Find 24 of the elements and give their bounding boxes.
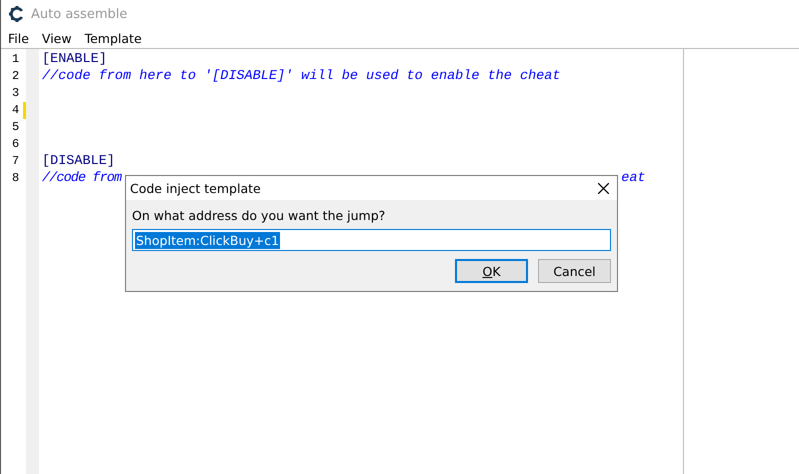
gear-icon — [9, 6, 25, 22]
dialog-title: Code inject template — [130, 180, 261, 196]
line-number: 8 — [12, 170, 20, 187]
menu-item[interactable]: File — [8, 30, 29, 46]
line-number: 1 — [12, 51, 20, 68]
code-text: //code from — [42, 170, 122, 187]
line-number: 3 — [12, 85, 20, 102]
ok-button[interactable]: OK — [455, 259, 528, 283]
code-text: eat — [621, 170, 646, 187]
close-icon[interactable] — [598, 182, 609, 194]
line-number: 7 — [12, 153, 20, 170]
line-number: 4 — [12, 102, 20, 119]
line-number: 2 — [12, 68, 20, 85]
cancel-button[interactable]: Cancel — [538, 259, 611, 283]
window-title: Auto assemble — [31, 6, 128, 22]
menu-item[interactable]: View — [42, 30, 72, 46]
line-number: 6 — [12, 136, 20, 153]
prompt-text: On what address do you want the jump? — [132, 208, 386, 223]
code-text: [DISABLE] — [42, 153, 115, 170]
address-field[interactable]: ShopItem:ClickBuy+c1 — [132, 229, 611, 251]
code-text: //code from here to '[DISABLE]' will be used to enable the cheat — [42, 68, 560, 85]
line-number: 5 — [12, 119, 20, 136]
menu-item[interactable]: Template — [84, 30, 142, 46]
code-text: [ENABLE] — [42, 51, 107, 68]
